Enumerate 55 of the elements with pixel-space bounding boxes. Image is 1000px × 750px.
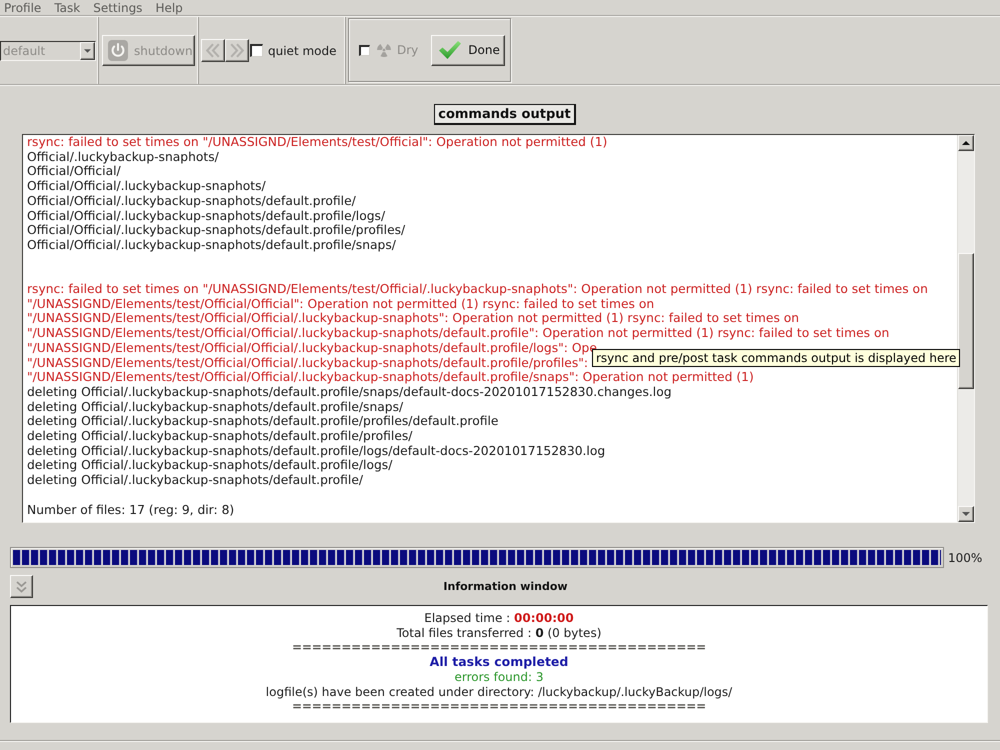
log-line: deleting Official/.luckybackup-snaphots/default.profile/logs/	[27, 458, 392, 474]
info-line: logfile(s) have been created under directory: /luckybackup/.luckyBackup/logs/	[266, 684, 732, 700]
status-heading: All tasks completed	[430, 655, 568, 670]
scroll-down-button[interactable]	[958, 506, 974, 522]
double-chevron-right-icon	[230, 43, 244, 58]
log-line: deleting Official/.luckybackup-snaphots/default.profile/snaps/	[27, 400, 404, 414]
log-line: Official/Official/.luckybackup-snaphots/default.profile/	[27, 194, 356, 209]
progress-percent: 100%	[948, 550, 982, 564]
menu-item[interactable]: Settings	[93, 0, 142, 14]
radiation-icon	[377, 44, 391, 56]
log-line: Number of files: 17 (reg: 9, dir: 8)	[27, 502, 234, 518]
log-line: Official/.luckybackup-snaphots/	[27, 150, 219, 164]
log-line: Official/Official/	[27, 164, 121, 180]
scroll-up-button[interactable]	[958, 135, 974, 151]
menu-item[interactable]: Help	[155, 0, 183, 14]
log-line: Official/Official/.luckybackup-snaphots/default.profile/logs/	[27, 208, 386, 224]
error-count: errors found: 3	[454, 670, 544, 685]
double-chevron-left-icon	[206, 43, 220, 58]
menu-item[interactable]: Task	[54, 0, 80, 14]
log-line: Official/Official/.luckybackup-snaphots/default.profile/snaps/	[27, 238, 396, 253]
error-message: rsync: failed to set times on "/UNASSIGND/Elements/test/Official/.luckybackup-snaphots": Operation not permitted (1) rsync: failed to set times on	[27, 282, 928, 297]
log-line: deleting Official/.luckybackup-snaphots/default.profile/	[27, 473, 364, 488]
error-message: "/UNASSIGND/Elements/test/Official/Official/.luckybackup-snaphots": Operation not permitted (1) rsync: failed to set times on	[27, 311, 800, 326]
toggle-button[interactable]: commands output	[434, 104, 576, 125]
separator-text: ==========================================	[292, 699, 706, 714]
elapsed-time-text: Elapsed time : 00:00:00	[424, 611, 574, 626]
checkbox-label: Dry	[397, 43, 418, 57]
scroll-thumb[interactable]	[958, 253, 974, 389]
scrollbar[interactable]	[957, 135, 974, 522]
error-message: "/UNASSIGND/Elements/test/Official/Official": Operation not permitted (1) rsync: failed to set times on	[27, 296, 654, 312]
caret-up-icon	[962, 141, 970, 145]
checkbox-label: quiet mode	[268, 44, 336, 58]
power-icon	[108, 40, 128, 61]
log-line: deleting Official/.luckybackup-snaphots/default.profile/profiles/	[27, 429, 412, 444]
caret-down-icon	[84, 48, 91, 52]
error-message: rsync: failed to set times on "/UNASSIGND/Elements/test/Official": Operation not permitted (1)	[27, 135, 608, 150]
separator-text: ==========================================	[292, 640, 706, 656]
log-line: deleting Official/.luckybackup-snaphots/default.profile/logs/default-docs-20201017152830.log	[27, 444, 606, 458]
caret-down-icon	[962, 512, 970, 516]
log-line: deleting Official/.luckybackup-snaphots/default.profile/snaps/default-docs-20201017152830.changes.log	[27, 384, 672, 400]
double-chevron-down-icon	[16, 580, 27, 592]
info-line: Total files transferred : 0 (0 bytes)	[396, 626, 602, 640]
menu-item[interactable]: Profile	[4, 0, 42, 14]
done-button[interactable]: Done	[431, 34, 506, 66]
section-title: Information window	[443, 580, 568, 593]
checkmark-icon	[439, 41, 462, 59]
error-message: "/UNASSIGND/Elements/test/Official/Official/.luckybackup-snaphots/default.profile/profiles":	[27, 356, 588, 370]
checkbox[interactable]	[250, 44, 263, 57]
log-line: Official/Official/.luckybackup-snaphots/default.profile/profiles/	[27, 223, 406, 238]
expand-button[interactable]	[10, 575, 33, 598]
log-line: deleting Official/.luckybackup-snaphots/default.profile/profiles/default.profile	[27, 414, 498, 430]
error-message: "/UNASSIGND/Elements/test/Official/Official/.luckybackup-snaphots/default.profile/snaps": Operation not permitted (1)	[27, 370, 754, 385]
log-line: Official/Official/.luckybackup-snaphots/	[27, 179, 266, 194]
tooltip: rsync and pre/post task commands output is displayed here	[592, 349, 960, 367]
error-message: "/UNASSIGND/Elements/test/Official/Official/.luckybackup-snaphots/default.profile": Operation not permitted (1) rsync: failed to set times on	[27, 326, 890, 341]
